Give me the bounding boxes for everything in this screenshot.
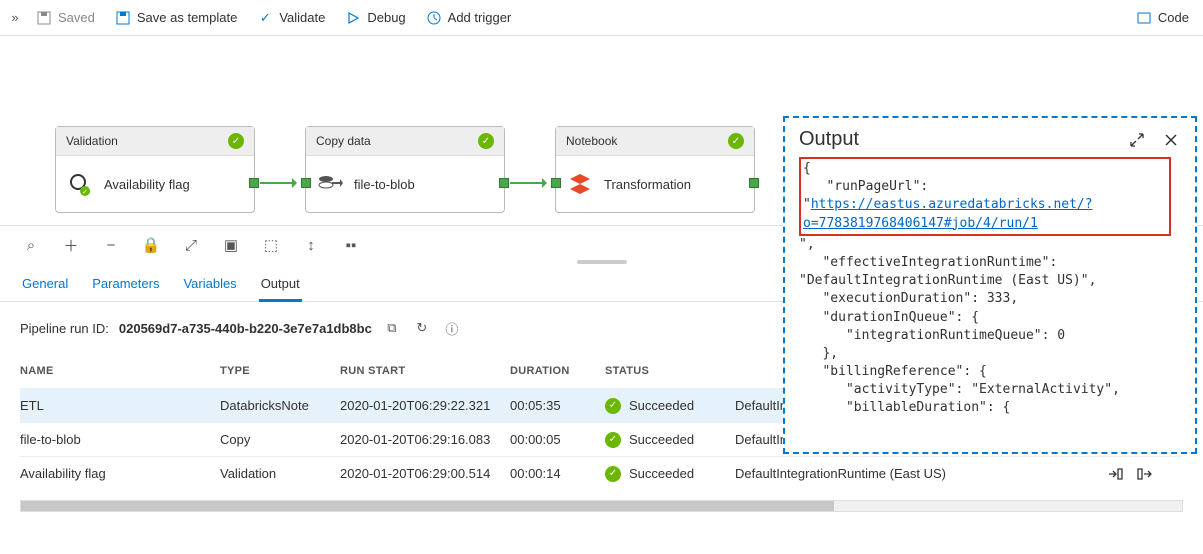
code-icon bbox=[1136, 10, 1152, 26]
svg-text:✓: ✓ bbox=[82, 189, 88, 196]
tab-parameters[interactable]: Parameters bbox=[90, 270, 161, 301]
cell-runstart: 2020-01-20T06:29:22.321 bbox=[340, 398, 510, 413]
run-page-url-link[interactable]: https://eastus.azuredatabricks.net/?o=77… bbox=[803, 197, 1093, 230]
cell-duration: 00:00:05 bbox=[510, 432, 605, 447]
saved-indicator: Saved bbox=[28, 6, 103, 30]
output-icon[interactable] bbox=[1135, 464, 1155, 484]
cell-runtime: DefaultIntegrationRuntime (East US) bbox=[735, 466, 1015, 481]
tab-output[interactable]: Output bbox=[259, 270, 302, 301]
node-notebook[interactable]: Notebook ✓ Transformation bbox=[555, 126, 755, 213]
fullscreen-icon[interactable]: ▣ bbox=[220, 234, 242, 256]
layout-icon[interactable]: ↕ bbox=[300, 234, 322, 256]
code-button[interactable]: Code bbox=[1128, 6, 1197, 30]
debug-button[interactable]: Debug bbox=[337, 6, 413, 30]
run-id-label: Pipeline run ID: bbox=[20, 321, 109, 336]
col-status: STATUS bbox=[605, 365, 735, 377]
cell-name: Availability flag bbox=[20, 466, 220, 481]
cell-duration: 00:05:35 bbox=[510, 398, 605, 413]
copy-icon[interactable]: ⧉ bbox=[382, 318, 402, 338]
search-icon[interactable]: ⌕ bbox=[20, 234, 42, 256]
copy-icon bbox=[316, 170, 344, 198]
cell-name: file-to-blob bbox=[20, 432, 220, 447]
cell-status: ✓Succeeded bbox=[605, 466, 735, 482]
save-icon bbox=[36, 10, 52, 26]
cell-status: ✓Succeeded bbox=[605, 398, 735, 414]
node-copy[interactable]: Copy data ✓ file-to-blob bbox=[305, 126, 505, 213]
input-icon[interactable] bbox=[1105, 464, 1125, 484]
success-icon: ✓ bbox=[478, 133, 494, 149]
horizontal-scrollbar[interactable] bbox=[20, 500, 1183, 512]
output-title: Output bbox=[799, 128, 859, 151]
tab-general[interactable]: General bbox=[20, 270, 70, 301]
table-row[interactable]: Availability flagValidation2020-01-20T06… bbox=[20, 456, 1183, 490]
success-icon: ✓ bbox=[728, 133, 744, 149]
saved-label: Saved bbox=[58, 10, 95, 25]
expand-icon[interactable] bbox=[1127, 130, 1147, 150]
zoom-in-icon[interactable]: ＋ bbox=[60, 234, 82, 256]
cell-type: Copy bbox=[220, 432, 340, 447]
trigger-icon bbox=[426, 10, 442, 26]
expand-icon[interactable]: » bbox=[6, 10, 24, 25]
success-icon: ✓ bbox=[228, 133, 244, 149]
lock-icon[interactable]: 🔒 bbox=[140, 234, 162, 256]
select-icon[interactable]: ⬚ bbox=[260, 234, 282, 256]
node-kind: Validation bbox=[66, 134, 118, 148]
cell-duration: 00:00:14 bbox=[510, 466, 605, 481]
node-kind: Copy data bbox=[316, 134, 371, 148]
node-kind: Notebook bbox=[566, 134, 617, 148]
close-icon[interactable] bbox=[1161, 130, 1181, 150]
fit-icon[interactable]: ⤢ bbox=[180, 234, 202, 256]
output-json[interactable]: { "runPageUrl": "https://eastus.azuredat… bbox=[799, 157, 1181, 417]
col-duration: DURATION bbox=[510, 365, 605, 377]
cell-type: DatabricksNote bbox=[220, 398, 340, 413]
code-label: Code bbox=[1158, 10, 1189, 25]
play-icon bbox=[345, 10, 361, 26]
node-validation[interactable]: Validation ✓ ✓ Availability flag bbox=[55, 126, 255, 213]
save-template-button[interactable]: Save as template bbox=[107, 6, 245, 30]
databricks-icon bbox=[566, 170, 594, 198]
node-name: file-to-blob bbox=[354, 177, 415, 192]
node-name: Availability flag bbox=[104, 177, 190, 192]
info-icon[interactable]: ⓘ bbox=[442, 318, 462, 338]
tab-variables[interactable]: Variables bbox=[181, 270, 238, 301]
debug-label: Debug bbox=[367, 10, 405, 25]
cell-name: ETL bbox=[20, 398, 220, 413]
save-template-label: Save as template bbox=[137, 10, 237, 25]
add-trigger-button[interactable]: Add trigger bbox=[418, 6, 520, 30]
cell-status: ✓Succeeded bbox=[605, 432, 735, 448]
top-toolbar: » Saved Save as template ✓ Validate Debu… bbox=[0, 0, 1203, 36]
validate-button[interactable]: ✓ Validate bbox=[249, 6, 333, 30]
run-id-value: 020569d7-a735-440b-b220-3e7e7a1db8bc bbox=[119, 321, 372, 336]
output-panel: Output { "runPageUrl": "https://eastus.a… bbox=[783, 116, 1197, 454]
cell-runstart: 2020-01-20T06:29:16.083 bbox=[340, 432, 510, 447]
validate-label: Validate bbox=[279, 10, 325, 25]
col-runstart: RUN START bbox=[340, 365, 510, 377]
align-icon[interactable]: ▪▪ bbox=[340, 234, 362, 256]
cell-type: Validation bbox=[220, 466, 340, 481]
col-type: TYPE bbox=[220, 365, 340, 377]
col-name: NAME bbox=[20, 365, 220, 377]
validation-icon: ✓ bbox=[66, 170, 94, 198]
add-trigger-label: Add trigger bbox=[448, 10, 512, 25]
refresh-icon[interactable]: ↻ bbox=[412, 318, 432, 338]
node-name: Transformation bbox=[604, 177, 691, 192]
check-icon: ✓ bbox=[257, 10, 273, 26]
zoom-out-icon[interactable]: − bbox=[100, 234, 122, 256]
save-template-icon bbox=[115, 10, 131, 26]
cell-runstart: 2020-01-20T06:29:00.514 bbox=[340, 466, 510, 481]
